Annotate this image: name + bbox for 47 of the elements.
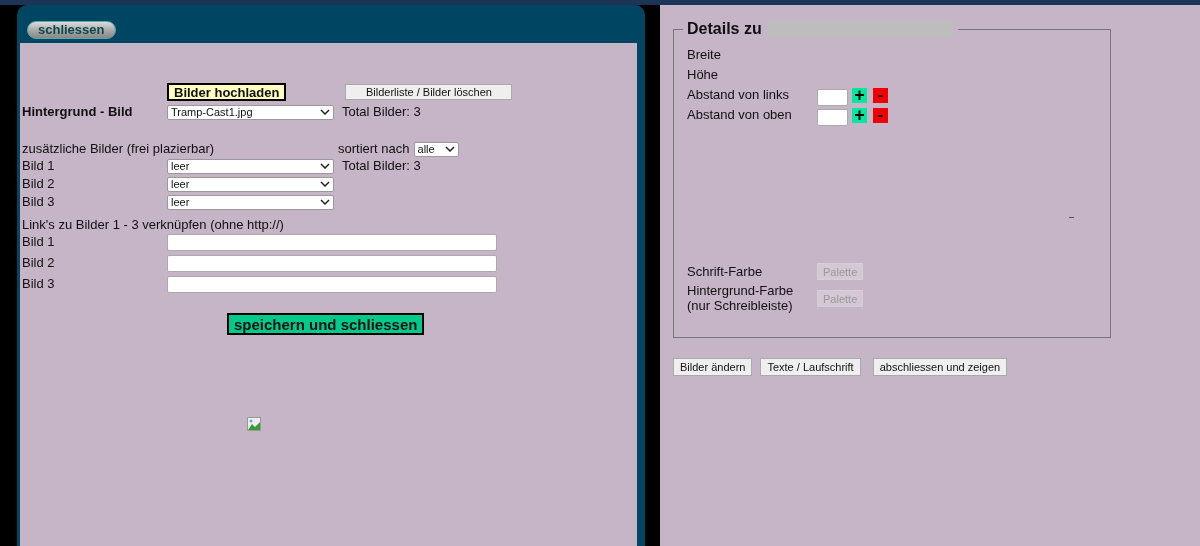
broken-image-icon [247,417,261,431]
link-input[interactable] [167,275,497,293]
close-button[interactable]: schliessen [27,20,116,39]
field-label: Abstand von oben [687,106,793,125]
field-label: Bild 1 [22,157,56,176]
total-count: Total Bilder: 3 [342,157,421,176]
minus-button[interactable]: - [873,87,888,103]
field-label: Bild 3 [22,193,56,212]
field-label: Bild 2 [22,175,56,194]
number-input[interactable] [817,108,848,126]
dropdown[interactable]: leer [167,194,334,210]
field-label: Bild 1 [22,233,56,252]
section-heading: Link's zu Bilder 1 - 3 verknüpfen (ohne http://) [22,216,285,231]
dropdown[interactable]: leer [167,176,334,192]
image-list-button[interactable]: Bilderliste / Bilder löschen [345,84,513,100]
number-input[interactable] [817,88,848,106]
nav-button[interactable]: Texte / Laufschrift [760,358,861,376]
chevron-down-icon [320,199,330,205]
upload-button[interactable]: Bilder hochladen [167,83,287,101]
dash-mark: – [1069,213,1074,223]
chevron-down-icon [320,181,330,187]
link-input[interactable] [167,233,497,251]
sort-label: sortiert nach [338,140,410,159]
save-button[interactable]: speichern und schliessen [227,313,425,335]
dropdown[interactable]: leer [167,158,334,174]
chevron-down-icon [444,146,455,152]
chevron-down-icon [320,109,330,115]
section-heading: zusätzliche Bilder (frei plazierbar) [22,140,216,159]
plus-button[interactable]: + [852,107,867,123]
field-label: Breite [687,46,722,65]
minus-button[interactable]: - [873,107,888,123]
total-count: Total Bilder: 3 [342,103,421,122]
field-label: Bild 3 [22,275,56,294]
field-label: Abstand von links [687,86,790,105]
nav-button[interactable]: Bilder ändern [673,358,753,376]
field-label: Hintergrund-Farbe (nur Schreibleiste) [687,283,795,313]
link-input[interactable] [167,254,497,272]
nav-button[interactable]: abschliessen und zeigen [872,358,1008,376]
field-label: Schrift-Farbe [687,264,764,279]
field-label: Höhe [687,66,720,85]
dropdown[interactable]: alle [413,141,459,157]
dropdown[interactable]: Tramp-Cast1.jpg [167,104,334,120]
field-label: Hintergrund - Bild [22,103,134,122]
panel-title: Details zu [687,19,762,39]
field-label: Bild 2 [22,254,56,273]
chevron-down-icon [320,163,330,169]
plus-button[interactable]: + [852,87,867,103]
